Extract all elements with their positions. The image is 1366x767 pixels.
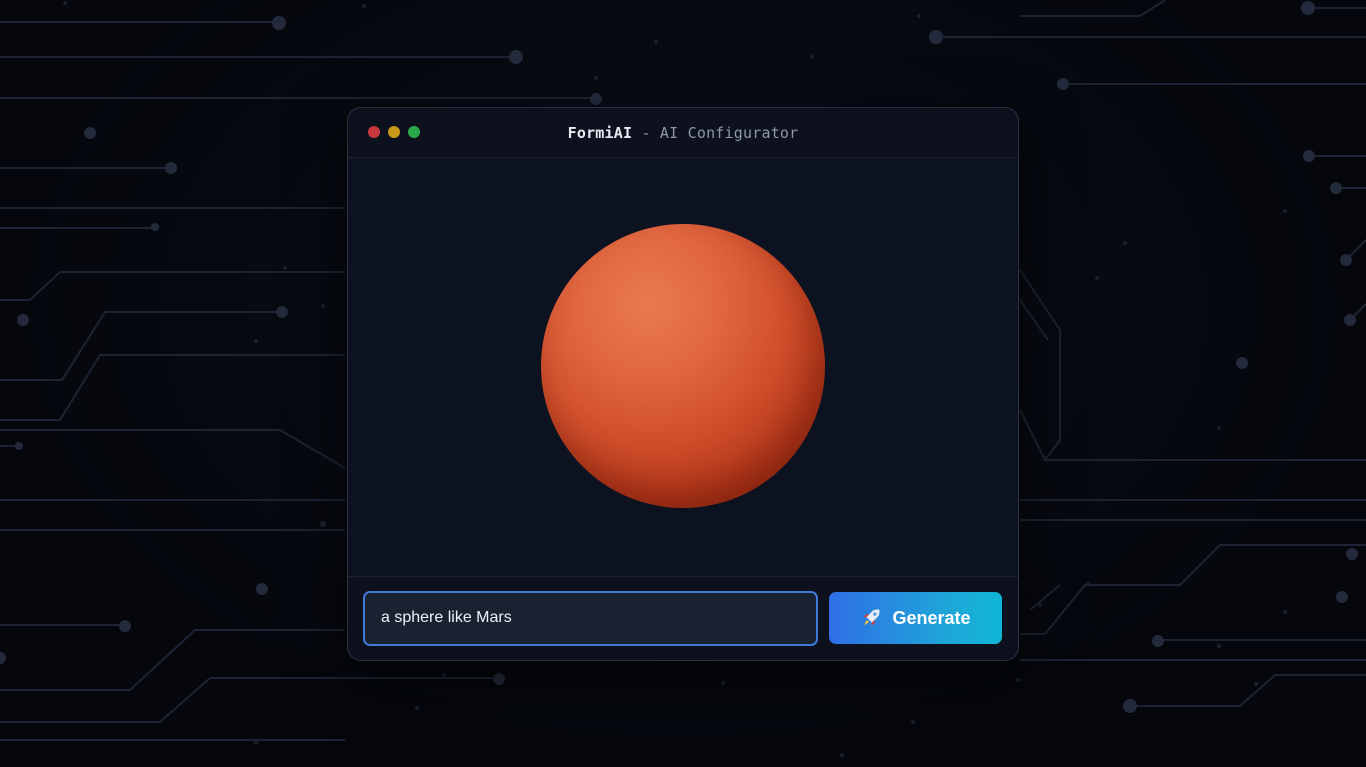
window-controls [368, 126, 420, 138]
window-title: FormiAI - AI Configurator [568, 124, 799, 142]
prompt-input[interactable] [363, 590, 818, 646]
minimize-window-button[interactable] [388, 126, 400, 138]
app-subtitle: - AI Configurator [632, 123, 799, 142]
generate-button[interactable]: Generate [829, 592, 1002, 644]
rocket-icon [863, 609, 881, 626]
3d-viewport[interactable] [348, 158, 1018, 577]
prompt-bar: Generate [348, 576, 1018, 660]
desktop-background: FormiAI - AI Configurator Generate [0, 0, 1366, 767]
window-titlebar: FormiAI - AI Configurator [348, 108, 1018, 158]
generate-button-label: Generate [892, 607, 971, 628]
app-window: FormiAI - AI Configurator Generate [347, 107, 1019, 661]
app-brand-name: FormiAI [567, 123, 633, 142]
mars-sphere-model[interactable] [541, 224, 825, 508]
maximize-window-button[interactable] [408, 126, 420, 138]
close-window-button[interactable] [368, 126, 380, 138]
